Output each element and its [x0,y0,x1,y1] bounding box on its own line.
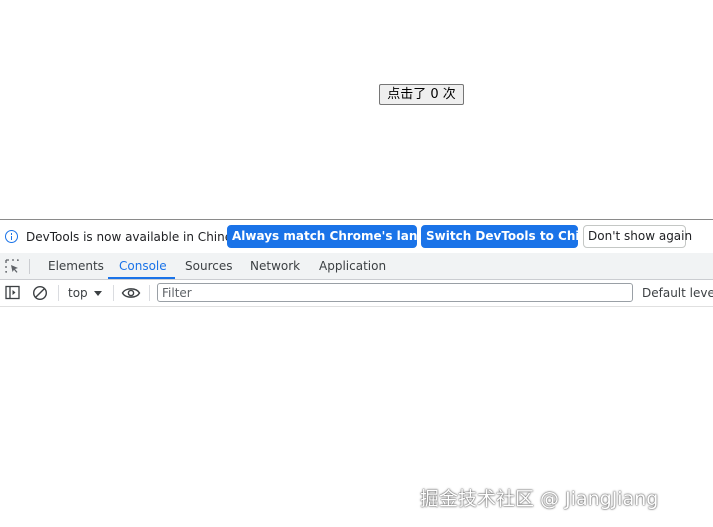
switch-to-chinese-button[interactable]: Switch DevTools to Chinese [421,225,611,248]
page-viewport: 点击了 0 次 [0,0,713,219]
watermark: 掘金技术社区 @ JiangJiang [420,488,659,510]
console-toolbar: top Default levels [0,280,713,307]
inspect-element-icon[interactable] [5,259,19,273]
devtools-panel: DevTools is now available in Chinese! Al… [0,219,713,526]
infobar-message: DevTools is now available in Chinese! [26,230,251,244]
tab-console[interactable]: Console [119,253,167,279]
chevron-down-icon[interactable] [94,291,102,296]
tab-separator [29,259,30,274]
language-infobar: DevTools is now available in Chinese! Al… [0,220,713,253]
toolbar-separator [113,285,114,301]
log-levels-dropdown[interactable]: Default levels [642,286,713,300]
active-tab-indicator [108,277,175,279]
click-counter-button[interactable]: 点击了 0 次 [379,84,464,105]
toolbar-separator [58,285,59,301]
dont-show-again-button[interactable]: Don't show again [583,225,692,248]
info-icon [5,230,18,243]
tab-sources[interactable]: Sources [185,253,232,279]
devtools-tab-bar: Elements Console Sources Network Applica… [0,253,713,280]
tab-application[interactable]: Application [319,253,386,279]
tab-network[interactable]: Network [250,253,300,279]
live-expression-eye-icon[interactable] [121,286,141,300]
tab-elements[interactable]: Elements [48,253,104,279]
sidebar-toggle-icon[interactable] [5,285,20,300]
console-filter-input[interactable] [157,283,633,302]
clear-console-icon[interactable] [32,285,48,301]
always-match-language-button[interactable]: Always match Chrome's language [227,225,459,248]
context-selector[interactable]: top [68,286,88,300]
toolbar-separator [149,285,150,301]
